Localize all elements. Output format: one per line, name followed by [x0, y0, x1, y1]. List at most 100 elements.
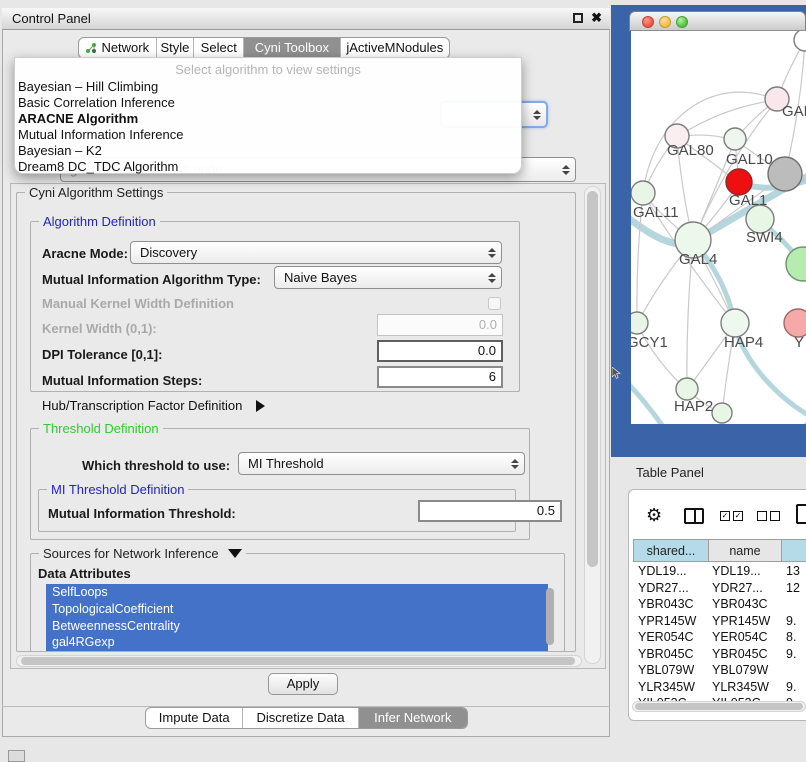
- node-label: GAL11: [633, 204, 679, 221]
- node-label: GAL1: [729, 192, 767, 209]
- split-columns-icon[interactable]: [684, 508, 704, 524]
- group-title: MI Threshold Definition: [47, 482, 188, 497]
- aracne-mode-label: Aracne Mode:: [42, 246, 128, 261]
- collapsed-panel-icon[interactable]: [8, 750, 25, 762]
- tab-select[interactable]: Select: [193, 38, 243, 58]
- table-body: YDL19... YDL19... 13 YDR27... YDR27... 1…: [630, 563, 806, 701]
- algorithm-dropdown-popup: Select algorithm to view settings Bayesi…: [14, 57, 522, 174]
- chevron-right-icon: [256, 400, 265, 412]
- select-all-columns-icon[interactable]: ✓ ✓: [720, 511, 743, 521]
- data-attributes-label: Data Attributes: [38, 566, 131, 581]
- screen: Control Panel ✖ Network Style Select Cyn…: [0, 0, 806, 762]
- zoom-window-icon[interactable]: [676, 16, 688, 28]
- scrollbar-thumb[interactable]: [587, 191, 598, 567]
- list-item[interactable]: BetweennessCentrality: [46, 618, 548, 635]
- table-horizontal-scrollbar: [632, 701, 806, 712]
- gear-icon[interactable]: ⚙: [646, 505, 662, 526]
- list-item[interactable]: SelfLoops: [46, 584, 548, 601]
- group-title: Cyni Algorithm Settings: [25, 185, 167, 200]
- which-threshold-label: Which threshold to use:: [82, 458, 230, 473]
- mi-algorithm-type-label: Mutual Information Algorithm Type:: [42, 272, 261, 287]
- sources-group-title[interactable]: Sources for Network Inference: [39, 546, 246, 561]
- node-y-partial[interactable]: [784, 309, 806, 337]
- network-graph: [631, 31, 806, 424]
- network-canvas[interactable]: GAL GAL80 GAL10 GAL1 GAL11 SWI4 GAL4 GCY…: [631, 31, 806, 424]
- list-scrollbar-thumb[interactable]: [546, 588, 554, 645]
- combo-stepper-icon: [488, 248, 496, 258]
- node-label: GAL80: [667, 142, 714, 159]
- deselect-all-columns-icon[interactable]: [757, 511, 780, 521]
- kernel-width-label: Kernel Width (0,1):: [42, 321, 157, 336]
- mi-algorithm-type-combo[interactable]: Naive Bayes: [274, 266, 502, 289]
- tab-impute-data[interactable]: Impute Data: [146, 708, 242, 728]
- apply-button[interactable]: Apply: [268, 673, 338, 695]
- manual-kernel-label: Manual Kernel Width Definition: [42, 296, 234, 311]
- new-table-icon[interactable]: [796, 504, 806, 524]
- chevron-down-icon: [228, 549, 242, 558]
- table-panel-title: Table Panel: [636, 465, 704, 480]
- dropdown-placeholder: Select algorithm to view settings: [15, 61, 521, 79]
- aracne-mode-combo[interactable]: Discovery: [130, 241, 502, 264]
- node-gcy1[interactable]: [631, 312, 648, 334]
- node-label: Y: [794, 334, 804, 351]
- dropdown-item[interactable]: Mutual Information Inference: [15, 127, 521, 143]
- minimize-window-icon[interactable]: [659, 16, 671, 28]
- mi-steps-label: Mutual Information Steps:: [42, 373, 202, 388]
- group-title: Algorithm Definition: [39, 214, 160, 229]
- bottom-tabbar: Impute Data Discretize Data Infer Networ…: [145, 707, 468, 729]
- node-hap2[interactable]: [676, 378, 698, 400]
- settings-horizontal-scrollbar: [16, 655, 582, 667]
- mi-threshold-label: Mutual Information Threshold:: [48, 506, 236, 521]
- tab-jactivemnodules[interactable]: jActiveMNodules: [340, 38, 449, 58]
- mi-steps-field[interactable]: 6: [377, 366, 503, 388]
- node-gal10[interactable]: [724, 128, 746, 150]
- node-green[interactable]: [786, 247, 806, 281]
- list-item[interactable]: gal4RGexp: [46, 634, 548, 651]
- dpi-tolerance-label: DPI Tolerance [0,1]:: [42, 347, 162, 362]
- float-panel-icon[interactable]: [573, 13, 583, 23]
- node-gal11[interactable]: [631, 181, 655, 205]
- manual-kernel-checkbox[interactable]: [488, 297, 501, 310]
- node-label: GAL: [782, 103, 806, 120]
- column-header-partial[interactable]: [781, 539, 806, 562]
- column-header-name[interactable]: name: [708, 539, 782, 562]
- tab-discretize-data[interactable]: Discretize Data: [242, 708, 357, 728]
- node-label: SWI4: [746, 229, 783, 246]
- node-unlabeled[interactable]: [712, 403, 732, 423]
- node-unlabeled[interactable]: [794, 31, 806, 51]
- dpi-tolerance-field[interactable]: 0.0: [377, 340, 503, 362]
- list-item[interactable]: TopologicalCoefficient: [46, 601, 548, 618]
- dropdown-item[interactable]: Bayesian – K2: [15, 143, 521, 159]
- tab-infer-network[interactable]: Infer Network: [358, 708, 467, 728]
- column-header-shared-name[interactable]: shared...: [633, 539, 709, 562]
- node-gray[interactable]: [768, 157, 802, 191]
- kernel-width-field[interactable]: 0.0: [377, 314, 503, 336]
- dropdown-item-selected[interactable]: ARACNE Algorithm: [15, 111, 521, 127]
- mi-threshold-field[interactable]: 0.5: [418, 500, 562, 522]
- scrollbar-thumb[interactable]: [635, 703, 803, 710]
- control-panel-tabbar: Network Style Select Cyni Toolbox jActiv…: [78, 37, 450, 59]
- dropdown-item[interactable]: Dream8 DC_TDC Algorithm: [15, 159, 521, 175]
- close-panel-icon[interactable]: ✖: [591, 10, 602, 26]
- scrollbar-thumb[interactable]: [21, 657, 575, 665]
- close-window-icon[interactable]: [642, 16, 654, 28]
- dropdown-item[interactable]: Bayesian – Hill Climbing: [15, 79, 521, 95]
- control-panel-title: Control Panel: [12, 11, 91, 26]
- control-panel-titlebar: Control Panel ✖: [2, 8, 610, 30]
- group-title: Threshold Definition: [39, 421, 163, 436]
- tab-network[interactable]: Network: [79, 38, 156, 58]
- network-window-titlebar: [629, 11, 806, 31]
- hub-definition-toggle[interactable]: Hub/Transcription Factor Definition: [42, 398, 265, 413]
- which-threshold-combo[interactable]: MI Threshold: [238, 452, 525, 475]
- combo-stepper-icon: [488, 273, 496, 283]
- node-label: GAL10: [726, 151, 773, 168]
- tab-cyni-toolbox[interactable]: Cyni Toolbox: [243, 38, 339, 58]
- node-label: HAP2: [674, 398, 713, 415]
- data-attributes-list: SelfLoops TopologicalCoefficient Between…: [46, 584, 558, 651]
- network-icon: [85, 42, 97, 54]
- node-hap4[interactable]: [721, 309, 749, 337]
- tab-style[interactable]: Style: [156, 38, 194, 58]
- node-label: HAP4: [724, 334, 763, 351]
- mouse-cursor: [612, 367, 622, 380]
- dropdown-item[interactable]: Basic Correlation Inference: [15, 95, 521, 111]
